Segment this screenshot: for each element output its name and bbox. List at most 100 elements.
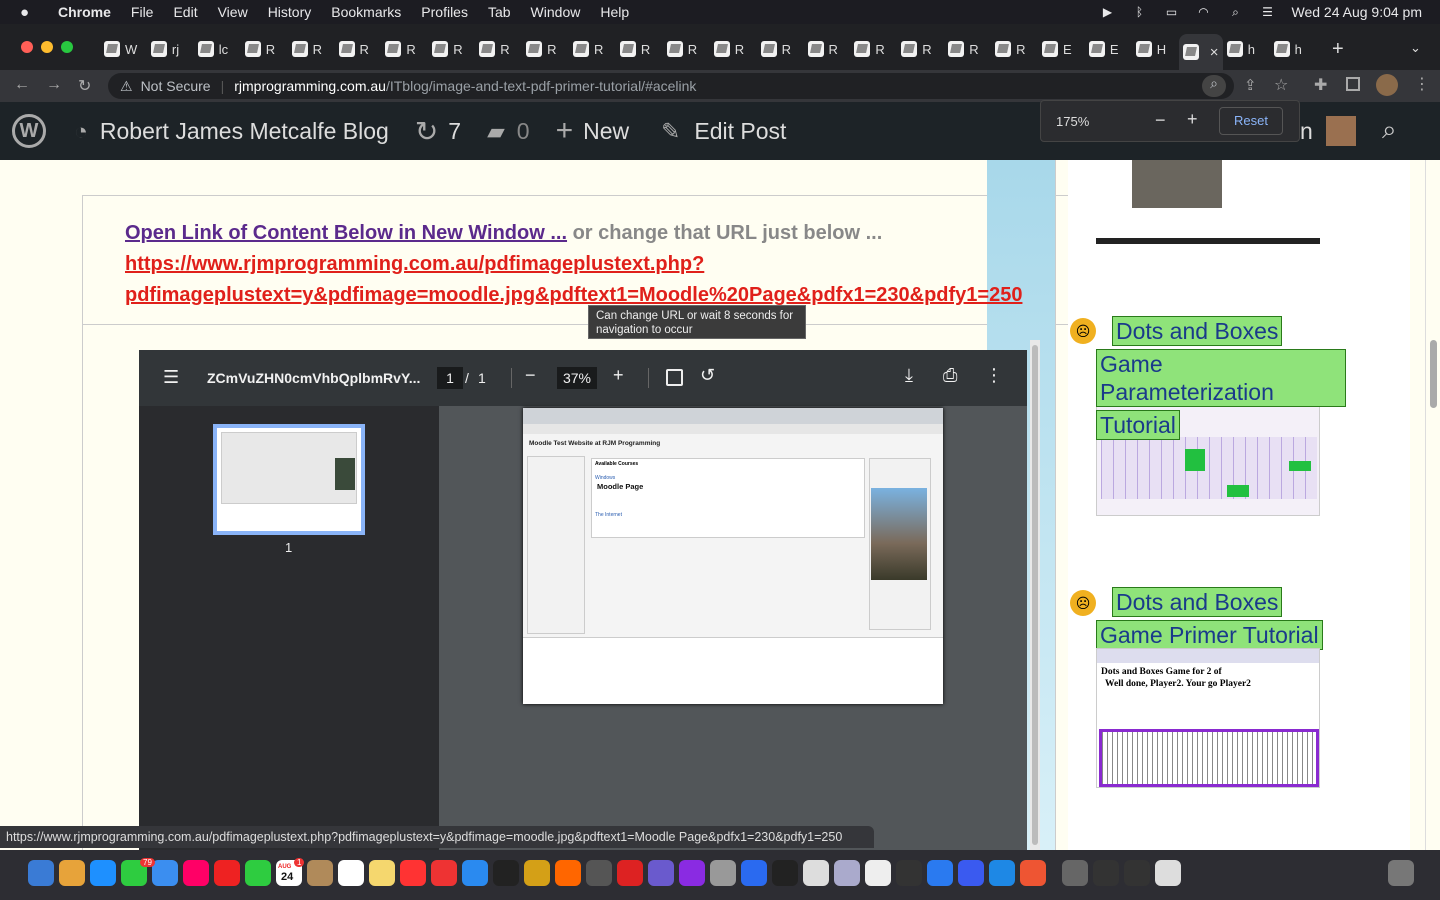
menu-file[interactable]: File bbox=[131, 4, 154, 20]
menu-history[interactable]: History bbox=[268, 4, 312, 20]
browser-tab[interactable]: H bbox=[1132, 34, 1179, 64]
menu-edit[interactable]: Edit bbox=[173, 4, 197, 20]
pdf-zoom-out-icon[interactable]: − bbox=[525, 365, 536, 386]
browser-tab[interactable]: R bbox=[288, 34, 335, 64]
wp-comments[interactable]: ▰ 0 bbox=[487, 118, 530, 145]
forward-arrow-icon[interactable]: → bbox=[46, 76, 62, 94]
console-dock-icon[interactable] bbox=[1093, 860, 1119, 886]
close-window-icon[interactable] bbox=[21, 41, 33, 53]
trash-dock-icon[interactable] bbox=[1388, 860, 1414, 886]
control-center-icon[interactable]: ☰ bbox=[1260, 5, 1276, 19]
warning-icon[interactable]: ⚠ bbox=[120, 78, 133, 95]
mail-dock-icon[interactable] bbox=[152, 860, 178, 886]
wp-new-content[interactable]: + New bbox=[556, 114, 630, 148]
zoom-out-button[interactable]: − bbox=[1155, 110, 1166, 131]
menu-chrome[interactable]: Chrome bbox=[58, 4, 111, 20]
extensions-puzzle-icon[interactable]: ✚ bbox=[1314, 75, 1327, 95]
browser-tab[interactable]: lc bbox=[194, 34, 241, 64]
screenshot-dock-icon[interactable] bbox=[1062, 860, 1088, 886]
wp-site-menu[interactable]: ◔ Robert James Metcalfe Blog bbox=[74, 118, 389, 145]
menu-view[interactable]: View bbox=[218, 4, 248, 20]
preview-dock-icon[interactable] bbox=[834, 860, 860, 886]
terminal-dock-icon[interactable] bbox=[772, 860, 798, 886]
open-link-new-window[interactable]: Open Link of Content Below in New Window… bbox=[125, 222, 567, 244]
browser-tab[interactable]: E bbox=[1085, 34, 1132, 64]
browser-tab[interactable]: R bbox=[241, 34, 288, 64]
profile-avatar[interactable] bbox=[1376, 74, 1398, 96]
jetbrains-dock-icon[interactable] bbox=[958, 860, 984, 886]
browser-tab[interactable]: R bbox=[804, 34, 851, 64]
wine-dock-icon[interactable] bbox=[896, 860, 922, 886]
pdf-page-input[interactable]: 1 bbox=[437, 367, 463, 389]
url-text[interactable]: rjmprogramming.com.au/ITblog/image-and-t… bbox=[234, 78, 696, 94]
quicktime-dock-icon[interactable] bbox=[989, 860, 1015, 886]
firefox-nightly-dock-icon[interactable] bbox=[524, 860, 550, 886]
maximize-window-icon[interactable] bbox=[61, 41, 73, 53]
address-bar[interactable]: ⚠ Not Secure | rjmprogramming.com.au/ITb… bbox=[108, 73, 1234, 99]
browser-tab[interactable]: R bbox=[381, 34, 428, 64]
browser-tab[interactable]: R bbox=[850, 34, 897, 64]
post1-title-link[interactable]: Dots and Boxes Game Parameterization Tut… bbox=[1096, 316, 1346, 440]
wp-search-icon[interactable]: ⌕ bbox=[1382, 114, 1397, 146]
photos-dock-icon[interactable] bbox=[183, 860, 209, 886]
play-icon[interactable]: ▶ bbox=[1100, 5, 1116, 19]
disk-utility-dock-icon[interactable] bbox=[710, 860, 736, 886]
bbedit-dock-icon[interactable] bbox=[648, 860, 674, 886]
news-dock-icon[interactable] bbox=[431, 860, 457, 886]
menu-help[interactable]: Help bbox=[600, 4, 629, 20]
post2-title-link[interactable]: Dots and Boxes Game Primer Tutorial bbox=[1096, 587, 1346, 650]
notes-dock-icon[interactable] bbox=[369, 860, 395, 886]
reminders-dock-icon[interactable] bbox=[338, 860, 364, 886]
browser-tab[interactable]: R bbox=[710, 34, 757, 64]
wp-user-greeting[interactable]: n bbox=[1300, 118, 1313, 145]
browser-tab[interactable]: h bbox=[1223, 34, 1270, 64]
browser-tab[interactable]: E bbox=[1038, 34, 1085, 64]
sidebar-prev-post-image[interactable] bbox=[1096, 160, 1320, 244]
browser-tab[interactable]: R bbox=[991, 34, 1038, 64]
keychain-dock-icon[interactable] bbox=[307, 860, 333, 886]
security-label[interactable]: Not Secure bbox=[141, 78, 211, 94]
browser-tab[interactable]: R bbox=[428, 34, 475, 64]
podcasts-dock-icon[interactable] bbox=[679, 860, 705, 886]
battery-icon[interactable]: ▭ bbox=[1164, 5, 1180, 19]
browser-tab[interactable]: R bbox=[522, 34, 569, 64]
safari-dock-icon[interactable] bbox=[90, 860, 116, 886]
pdf-print-icon[interactable]: ⎙ bbox=[943, 365, 957, 386]
wifi-icon[interactable]: ◠ bbox=[1196, 5, 1212, 19]
zoom-dock-icon[interactable] bbox=[927, 860, 953, 886]
page-scroll-thumb[interactable] bbox=[1430, 340, 1437, 408]
bluetooth-icon[interactable]: ᛒ bbox=[1132, 5, 1148, 19]
opera-dock-icon[interactable] bbox=[214, 860, 240, 886]
pdf-fit-page-icon[interactable] bbox=[666, 369, 683, 386]
bookmark-star-icon[interactable]: ☆ bbox=[1274, 75, 1288, 95]
browser-tab[interactable]: R bbox=[475, 34, 522, 64]
menu-window[interactable]: Window bbox=[531, 4, 581, 20]
launchpad-dock-icon[interactable] bbox=[59, 860, 85, 886]
menubar-clock[interactable]: Wed 24 Aug 9:04 pm bbox=[1292, 4, 1423, 20]
pdf-zoom-input[interactable]: 37% bbox=[557, 367, 597, 389]
wp-updates[interactable]: ↻ 7 bbox=[415, 115, 461, 148]
spotlight-search-icon[interactable]: ⌕ bbox=[1228, 5, 1244, 19]
xcode-dock-icon[interactable] bbox=[741, 860, 767, 886]
browser-tab[interactable]: rj bbox=[147, 34, 194, 64]
wp-edit-post[interactable]: ✎ Edit Post bbox=[661, 118, 786, 145]
post2-image[interactable]: Dots and Boxes Game for 2 of Well done, … bbox=[1096, 648, 1320, 788]
apple-tv-dock-icon[interactable] bbox=[493, 860, 519, 886]
chrome-menu-icon[interactable]: ⋮ bbox=[1414, 74, 1430, 94]
gimp-dock-icon[interactable] bbox=[803, 860, 829, 886]
share-icon[interactable]: ⇪ bbox=[1244, 76, 1257, 94]
tab-search-chevron-icon[interactable]: ⌄ bbox=[1410, 40, 1421, 56]
menu-profiles[interactable]: Profiles bbox=[421, 4, 468, 20]
menu-tab[interactable]: Tab bbox=[488, 4, 511, 20]
back-arrow-icon[interactable]: ← bbox=[14, 76, 30, 94]
facetime-dock-icon[interactable] bbox=[245, 860, 271, 886]
browser-tab[interactable]: R bbox=[569, 34, 616, 64]
pdf-url-link-line1[interactable]: https://www.rjmprogramming.com.au/pdfima… bbox=[125, 253, 704, 275]
browser-tab[interactable]: h bbox=[1270, 34, 1317, 64]
zoom-in-button[interactable]: + bbox=[1187, 109, 1198, 130]
firefox-dock-icon[interactable] bbox=[555, 860, 581, 886]
browser-tab[interactable]: R bbox=[944, 34, 991, 64]
activity-monitor-dock-icon[interactable] bbox=[1124, 860, 1150, 886]
pdf-zoom-in-icon[interactable]: + bbox=[613, 365, 624, 386]
pdf-more-icon[interactable]: ⋮ bbox=[985, 365, 1003, 386]
